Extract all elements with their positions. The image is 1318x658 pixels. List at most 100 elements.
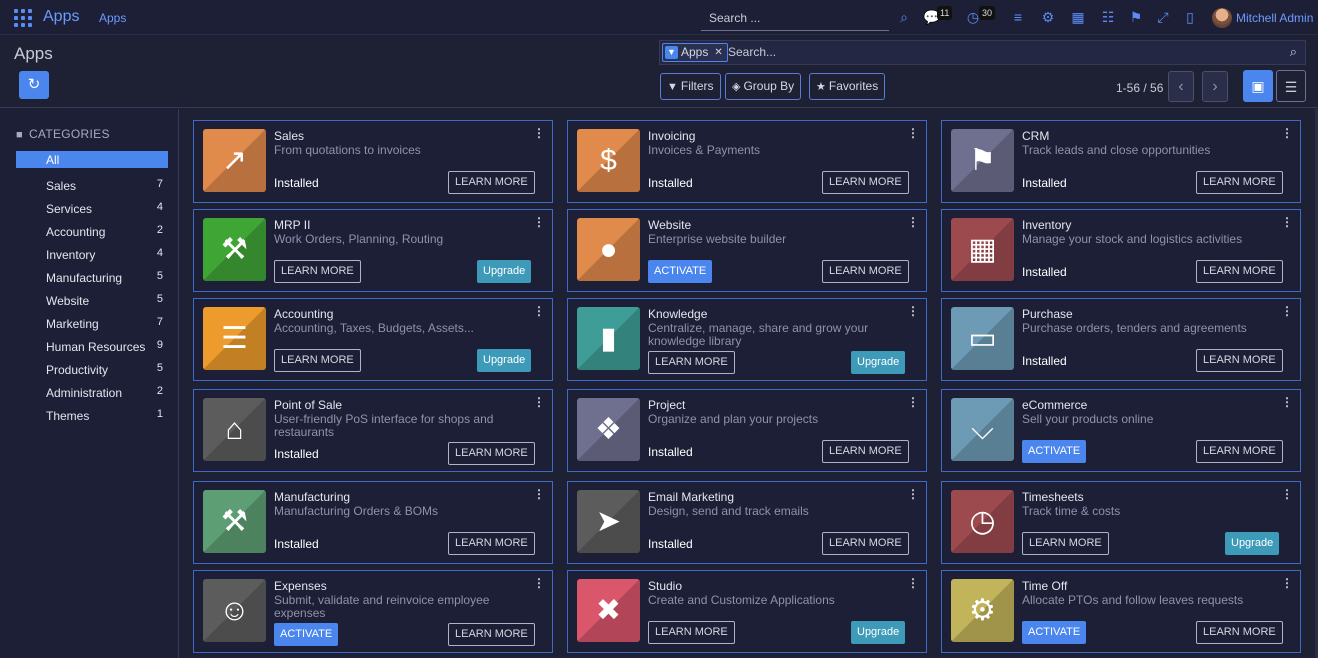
kebab-menu-icon[interactable]: ⋮	[533, 304, 545, 318]
app-card-email-marketing[interactable]: ➤ Email Marketing Design, send and track e…	[567, 481, 927, 564]
pager-next-button[interactable]: ›	[1202, 71, 1228, 102]
learn-more-button[interactable]: LEARN MORE	[448, 442, 535, 465]
app-brand[interactable]: Apps	[43, 8, 79, 26]
sidebar-item-marketing[interactable]: Marketing 7	[16, 312, 168, 335]
pager-value[interactable]: 1-56 / 56	[1116, 81, 1163, 95]
app-menu-grid-icon[interactable]	[14, 9, 32, 27]
upgrade-button[interactable]: Upgrade	[851, 351, 906, 374]
avatar[interactable]	[1212, 8, 1232, 28]
kebab-menu-icon[interactable]: ⋮	[907, 215, 919, 229]
sidebar-item-inventory[interactable]: Inventory 4	[16, 243, 168, 266]
sidebar-item-productivity[interactable]: Productivity 5	[16, 358, 168, 381]
app-card-manufacturing[interactable]: ⚒ Manufacturing Manufacturing Orders & BOM…	[193, 481, 553, 564]
kebab-menu-icon[interactable]: ⋮	[1281, 126, 1293, 140]
kebab-menu-icon[interactable]: ⋮	[907, 395, 919, 409]
search-input[interactable]: Search...	[728, 45, 776, 59]
menu-apps[interactable]: Apps	[99, 11, 126, 25]
learn-more-button[interactable]: LEARN MORE	[1196, 440, 1283, 463]
app-card-studio[interactable]: ✖ Studio Create and Customize Applications…	[567, 570, 927, 653]
learn-more-button[interactable]: LEARN MORE	[448, 623, 535, 646]
calculator-icon[interactable]: ▦	[1070, 9, 1086, 25]
learn-more-button[interactable]: LEARN MORE	[648, 351, 735, 374]
kebab-menu-icon[interactable]: ⋮	[907, 304, 919, 318]
learn-more-button[interactable]: LEARN MORE	[1196, 171, 1283, 194]
kebab-menu-icon[interactable]: ⋮	[1281, 395, 1293, 409]
app-card-time-off[interactable]: ⚙ Time Off Allocate PTOs and follow leaves…	[941, 570, 1301, 653]
activate-button[interactable]: ACTIVATE	[274, 623, 339, 646]
kebab-menu-icon[interactable]: ⋮	[907, 487, 919, 501]
kebab-menu-icon[interactable]: ⋮	[907, 576, 919, 590]
learn-more-button[interactable]: LEARN MORE	[648, 621, 735, 644]
learn-more-button[interactable]: LEARN MORE	[1196, 349, 1283, 372]
learn-more-button[interactable]: LEARN MORE	[448, 171, 535, 194]
search-icon[interactable]: ⌕	[1290, 44, 1297, 60]
app-card-knowledge[interactable]: ▮ Knowledge Centralize, manage, share and …	[567, 298, 927, 381]
expand-icon[interactable]: ⤢	[1155, 9, 1171, 25]
learn-more-button[interactable]: LEARN MORE	[1022, 532, 1109, 555]
list-icon[interactable]: ≡	[1010, 9, 1026, 25]
app-card-sales[interactable]: ↗ Sales From quotations to invoices ⋮ Instal…	[193, 120, 553, 203]
kebab-menu-icon[interactable]: ⋮	[1281, 576, 1293, 590]
user-menu[interactable]: Mitchell Admin	[1236, 11, 1313, 25]
kebab-menu-icon[interactable]: ⋮	[533, 215, 545, 229]
learn-more-button[interactable]: LEARN MORE	[822, 260, 909, 283]
app-card-project[interactable]: ❖ Project Organize and plan your projects ⋮…	[567, 389, 927, 472]
app-card-point-of-sale[interactable]: ⌂ Point of Sale User-friendly PoS interfac…	[193, 389, 553, 472]
upgrade-button[interactable]: Upgrade	[1225, 532, 1280, 555]
search-facet[interactable]: ▼ Apps ✕	[662, 43, 728, 62]
favorites-button[interactable]: ★ Favorites	[809, 73, 886, 100]
tablet-icon[interactable]: ▯	[1182, 9, 1198, 25]
upgrade-button[interactable]: Upgrade	[477, 349, 532, 372]
global-search-input[interactable]: Search ...	[701, 6, 889, 31]
app-card-expenses[interactable]: ☺ Expenses Submit, validate and reinvoice …	[193, 570, 553, 653]
learn-more-button[interactable]: LEARN MORE	[1196, 621, 1283, 644]
search-bar[interactable]: ▼ Apps ✕ Search... ⌕	[659, 40, 1306, 65]
kebab-menu-icon[interactable]: ⋮	[907, 126, 919, 140]
kebab-menu-icon[interactable]: ⋮	[1281, 487, 1293, 501]
list-view-button[interactable]: ☰	[1276, 70, 1306, 102]
sidebar-item-manufacturing[interactable]: Manufacturing 5	[16, 266, 168, 289]
app-card-ecommerce[interactable]: ⌵ eCommerce Sell your products online ⋮ ACTI…	[941, 389, 1301, 472]
app-card-crm[interactable]: ⚑ CRM Track leads and close opportunities ⋮…	[941, 120, 1301, 203]
app-card-timesheets[interactable]: ◷ Timesheets Track time & costs ⋮ LEARN MORE…	[941, 481, 1301, 564]
sidebar-item-website[interactable]: Website 5	[16, 289, 168, 312]
kebab-menu-icon[interactable]: ⋮	[533, 395, 545, 409]
sidebar-item-all[interactable]: All	[16, 151, 168, 168]
app-card-mrp-ii[interactable]: ⚒ MRP II Work Orders, Planning, Routing ⋮ LE…	[193, 209, 553, 292]
learn-more-button[interactable]: LEARN MORE	[822, 171, 909, 194]
sidebar-item-administration[interactable]: Administration 2	[16, 381, 168, 404]
app-card-purchase[interactable]: ▭ Purchase Purchase orders, tenders and ag…	[941, 298, 1301, 381]
kebab-menu-icon[interactable]: ⋮	[533, 126, 545, 140]
sidebar-item-themes[interactable]: Themes 1	[16, 404, 168, 427]
close-icon[interactable]: ✕	[714, 44, 722, 61]
learn-more-button[interactable]: LEARN MORE	[822, 440, 909, 463]
sidebar-item-human-resources[interactable]: Human Resources 9	[16, 335, 168, 358]
activate-button[interactable]: ACTIVATE	[1022, 440, 1087, 463]
kanban-view-button[interactable]: ▣	[1243, 70, 1273, 102]
activate-button[interactable]: ACTIVATE	[1022, 621, 1087, 644]
upgrade-button[interactable]: Upgrade	[851, 621, 906, 644]
learn-more-button[interactable]: LEARN MORE	[448, 532, 535, 555]
app-card-invoicing[interactable]: $ Invoicing Invoices & Payments ⋮ Installed L…	[567, 120, 927, 203]
kebab-menu-icon[interactable]: ⋮	[1281, 304, 1293, 318]
bookmark-icon[interactable]: ⚑	[1128, 9, 1144, 25]
activate-button[interactable]: ACTIVATE	[648, 260, 713, 283]
sidebar-item-sales[interactable]: Sales 7	[16, 174, 168, 197]
app-card-inventory[interactable]: ▦ Inventory Manage your stock and logistic…	[941, 209, 1301, 292]
sidebar-item-accounting[interactable]: Accounting 2	[16, 220, 168, 243]
filters-button[interactable]: ▼ Filters	[660, 73, 721, 100]
learn-more-button[interactable]: LEARN MORE	[1196, 260, 1283, 283]
refresh-button[interactable]: ↻	[19, 71, 49, 99]
kebab-menu-icon[interactable]: ⋮	[533, 576, 545, 590]
translate-icon[interactable]: ☷	[1100, 9, 1116, 25]
learn-more-button[interactable]: LEARN MORE	[274, 349, 361, 372]
group-by-button[interactable]: ◈ Group By	[725, 73, 802, 100]
pager-previous-button[interactable]: ‹	[1168, 71, 1194, 102]
learn-more-button[interactable]: LEARN MORE	[822, 532, 909, 555]
kebab-menu-icon[interactable]: ⋮	[533, 487, 545, 501]
sidebar-item-services[interactable]: Services 4	[16, 197, 168, 220]
upgrade-button[interactable]: Upgrade	[477, 260, 532, 283]
kebab-menu-icon[interactable]: ⋮	[1281, 215, 1293, 229]
search-icon[interactable]: ⌕	[896, 9, 912, 25]
learn-more-button[interactable]: LEARN MORE	[274, 260, 361, 283]
